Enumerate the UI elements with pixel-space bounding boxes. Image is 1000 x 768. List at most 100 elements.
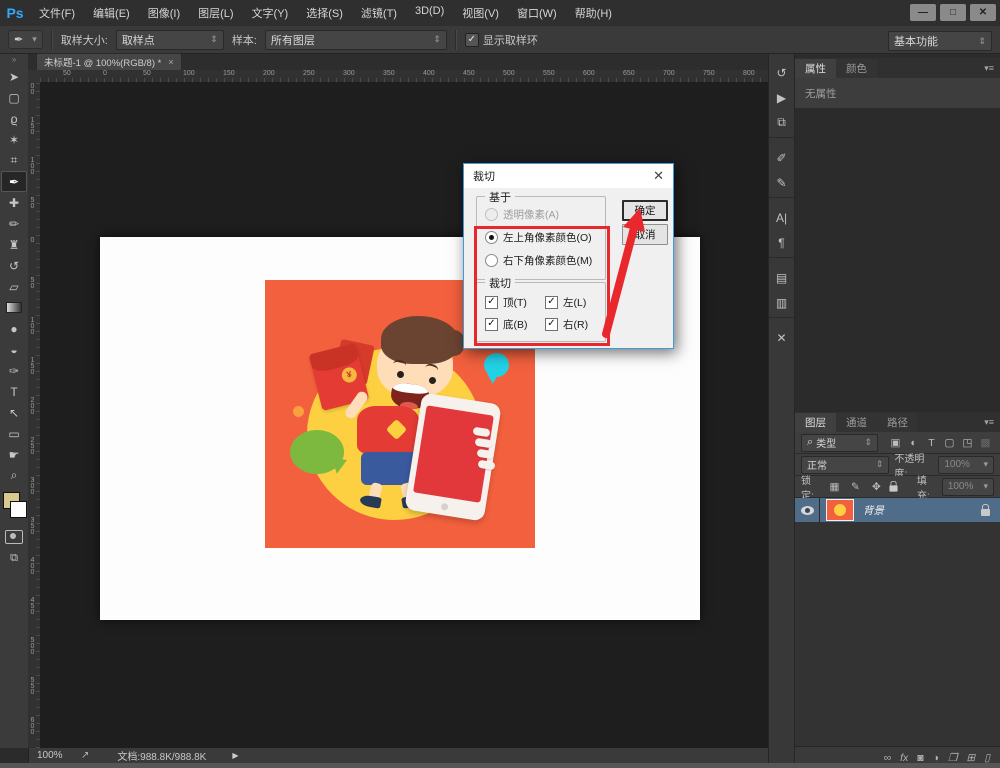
layer-row-background[interactable]: 背景 xyxy=(795,498,1000,522)
dialog-title-bar[interactable]: 裁切 ✕ xyxy=(464,164,673,188)
menu-item[interactable]: 3D(D) xyxy=(406,5,453,21)
properties-tab[interactable]: 颜色 xyxy=(836,59,877,78)
opacity-dropdown[interactable]: 100% ▾ xyxy=(938,456,994,474)
filter-shape-layers-icon[interactable]: ▢ xyxy=(941,437,958,449)
properties-tab[interactable]: 属性 xyxy=(795,59,836,78)
menu-item[interactable]: 图像(I) xyxy=(139,5,189,21)
actions-panel-icon[interactable]: ▶ xyxy=(769,85,794,110)
lock-transparency-icon[interactable]: ▦ xyxy=(826,481,843,493)
panel-menu-icon[interactable]: ▾≡ xyxy=(984,417,994,428)
styles-panel-icon[interactable]: ⧉ xyxy=(769,110,794,135)
layer-effects-icon[interactable]: fx xyxy=(900,752,908,764)
ok-button[interactable]: 确定 xyxy=(622,200,668,221)
minimize-button[interactable]: — xyxy=(910,4,936,21)
menu-item[interactable]: 视图(V) xyxy=(453,5,508,21)
background-color-swatch[interactable] xyxy=(10,501,27,518)
history-brush-tool[interactable]: ↺ xyxy=(1,255,27,276)
trim-checkbox[interactable]: ✓底(B) xyxy=(485,317,528,332)
filter-adjustment-layers-icon[interactable]: ◐ xyxy=(905,437,922,449)
restore-button[interactable]: □ xyxy=(940,4,966,21)
link-layers-icon[interactable]: ∞ xyxy=(884,752,892,764)
add-layer-mask-icon[interactable]: ◙ xyxy=(917,752,923,764)
hand-tool[interactable]: ☛ xyxy=(1,444,27,465)
sample-dropdown[interactable]: 所有图层 ⇕ xyxy=(265,30,447,50)
lock-pixels-icon[interactable]: ✎ xyxy=(847,481,864,493)
visibility-cell[interactable] xyxy=(795,498,820,522)
new-group-icon[interactable]: ❒ xyxy=(948,752,957,764)
document-tab[interactable]: 未标题-1 @ 100%(RGB/8) * × xyxy=(36,53,182,70)
show-ring-toggle[interactable]: ✓ 显示取样环 xyxy=(465,32,538,48)
lasso-tool[interactable]: ϱ xyxy=(1,108,27,129)
radio-option[interactable]: 左上角像素颜色(O) xyxy=(485,230,592,245)
panel-menu-icon[interactable]: ▾≡ xyxy=(984,63,994,74)
caret-updown-icon: ⇕ xyxy=(433,34,441,45)
filter-smart-objects-icon[interactable]: ◳ xyxy=(959,437,976,449)
sample-size-dropdown[interactable]: 取样点 ⇕ xyxy=(116,30,224,50)
trim-checkbox[interactable]: ✓顶(T) xyxy=(485,295,527,310)
toolbar-collapse-icon[interactable]: » xyxy=(12,54,16,66)
brush-tool[interactable]: ✏ xyxy=(1,213,27,234)
eraser-tool[interactable]: ▱ xyxy=(1,276,27,297)
trim-checkbox[interactable]: ✓左(L) xyxy=(545,295,586,310)
lock-position-icon[interactable]: ✥ xyxy=(868,481,885,493)
filter-pixel-layers-icon[interactable]: ▣ xyxy=(887,437,904,449)
tab-close-icon[interactable]: × xyxy=(168,57,173,67)
clone-stamp-tool[interactable]: ♜ xyxy=(1,234,27,255)
gradient-tool[interactable] xyxy=(1,297,27,318)
zoom-level-field[interactable]: 100% xyxy=(37,750,77,761)
type-tool[interactable]: T xyxy=(1,381,27,402)
trim-checkbox[interactable]: ✓右(R) xyxy=(545,317,588,332)
dialog-close-icon[interactable]: ✕ xyxy=(653,168,664,184)
delete-layer-icon[interactable]: ▯ xyxy=(984,752,990,764)
menu-item[interactable]: 帮助(H) xyxy=(566,5,621,21)
adjustment-layer-icon[interactable]: ◑ xyxy=(933,752,939,764)
radio-option[interactable]: 右下角像素颜色(M) xyxy=(485,253,592,268)
pen-tool[interactable]: ✑ xyxy=(1,360,27,381)
active-tool-chip[interactable]: ✒ ▾ xyxy=(8,30,43,49)
filter-type-layers-icon[interactable]: T xyxy=(923,437,940,449)
menu-item[interactable]: 窗口(W) xyxy=(508,5,566,21)
close-button[interactable]: ✕ xyxy=(970,4,996,21)
menu-item[interactable]: 图层(L) xyxy=(189,5,242,21)
dodge-tool[interactable]: ◒ xyxy=(1,339,27,360)
eyedropper-tool[interactable]: ✒ xyxy=(1,171,27,192)
menu-item[interactable]: 选择(S) xyxy=(297,5,352,21)
marquee-tool[interactable]: ▢ xyxy=(1,87,27,108)
cancel-button[interactable]: 取消 xyxy=(622,224,668,245)
character-panel-icon[interactable]: A| xyxy=(769,205,794,230)
layers-tab[interactable]: 通道 xyxy=(836,413,877,432)
quick-mask-button[interactable] xyxy=(5,530,23,544)
screen-mode-button[interactable]: ⧉ xyxy=(10,552,18,565)
zoom-tool[interactable]: ⌕ xyxy=(1,465,27,486)
path-selection-tool[interactable]: ↖ xyxy=(1,402,27,423)
paragraph-panel-icon[interactable]: ¶ xyxy=(769,230,794,255)
layers-tab[interactable]: 图层 xyxy=(795,413,836,432)
menu-item[interactable]: 文字(Y) xyxy=(243,5,298,21)
clone-source-panel-icon[interactable]: ✕ xyxy=(769,325,794,350)
brush-presets-panel-icon[interactable]: ✎ xyxy=(769,170,794,195)
layers-tab[interactable]: 路径 xyxy=(877,413,918,432)
blur-tool[interactable]: ● xyxy=(1,318,27,339)
notes-panel-icon[interactable]: ▥ xyxy=(769,290,794,315)
magic-wand-tool[interactable]: ✶ xyxy=(1,129,27,150)
libraries-panel-icon[interactable]: ▤ xyxy=(769,265,794,290)
status-menu-icon[interactable]: ▶ xyxy=(232,751,238,760)
menu-item[interactable]: 滤镜(T) xyxy=(352,5,406,21)
healing-brush-tool[interactable]: ✚ xyxy=(1,192,27,213)
crop-tool[interactable]: ⌗ xyxy=(1,150,27,171)
move-tool[interactable]: ➤ xyxy=(1,66,27,87)
filter-kind-dropdown[interactable]: ⌕ 类型 ⇕ xyxy=(801,434,878,452)
menu-item[interactable]: 编辑(E) xyxy=(84,5,139,21)
brush-settings-panel-icon[interactable]: ✐ xyxy=(769,145,794,170)
new-layer-icon[interactable]: ⊞ xyxy=(966,752,975,764)
shape-tool[interactable]: ▭ xyxy=(1,423,27,444)
workspace-switcher[interactable]: 基本功能 ⇕ xyxy=(888,31,992,51)
lock-all-icon[interactable] xyxy=(889,485,897,491)
menu-item[interactable]: 文件(F) xyxy=(30,5,84,21)
layer-thumbnail[interactable] xyxy=(826,499,854,521)
fill-dropdown[interactable]: 100% ▾ xyxy=(942,478,994,496)
filter-toggle-icon[interactable]: ▩ xyxy=(977,437,994,449)
history-panel-icon[interactable]: ↺ xyxy=(769,60,794,85)
ruler-label: 50 xyxy=(143,70,151,77)
export-icon[interactable]: ↗ xyxy=(81,750,89,761)
